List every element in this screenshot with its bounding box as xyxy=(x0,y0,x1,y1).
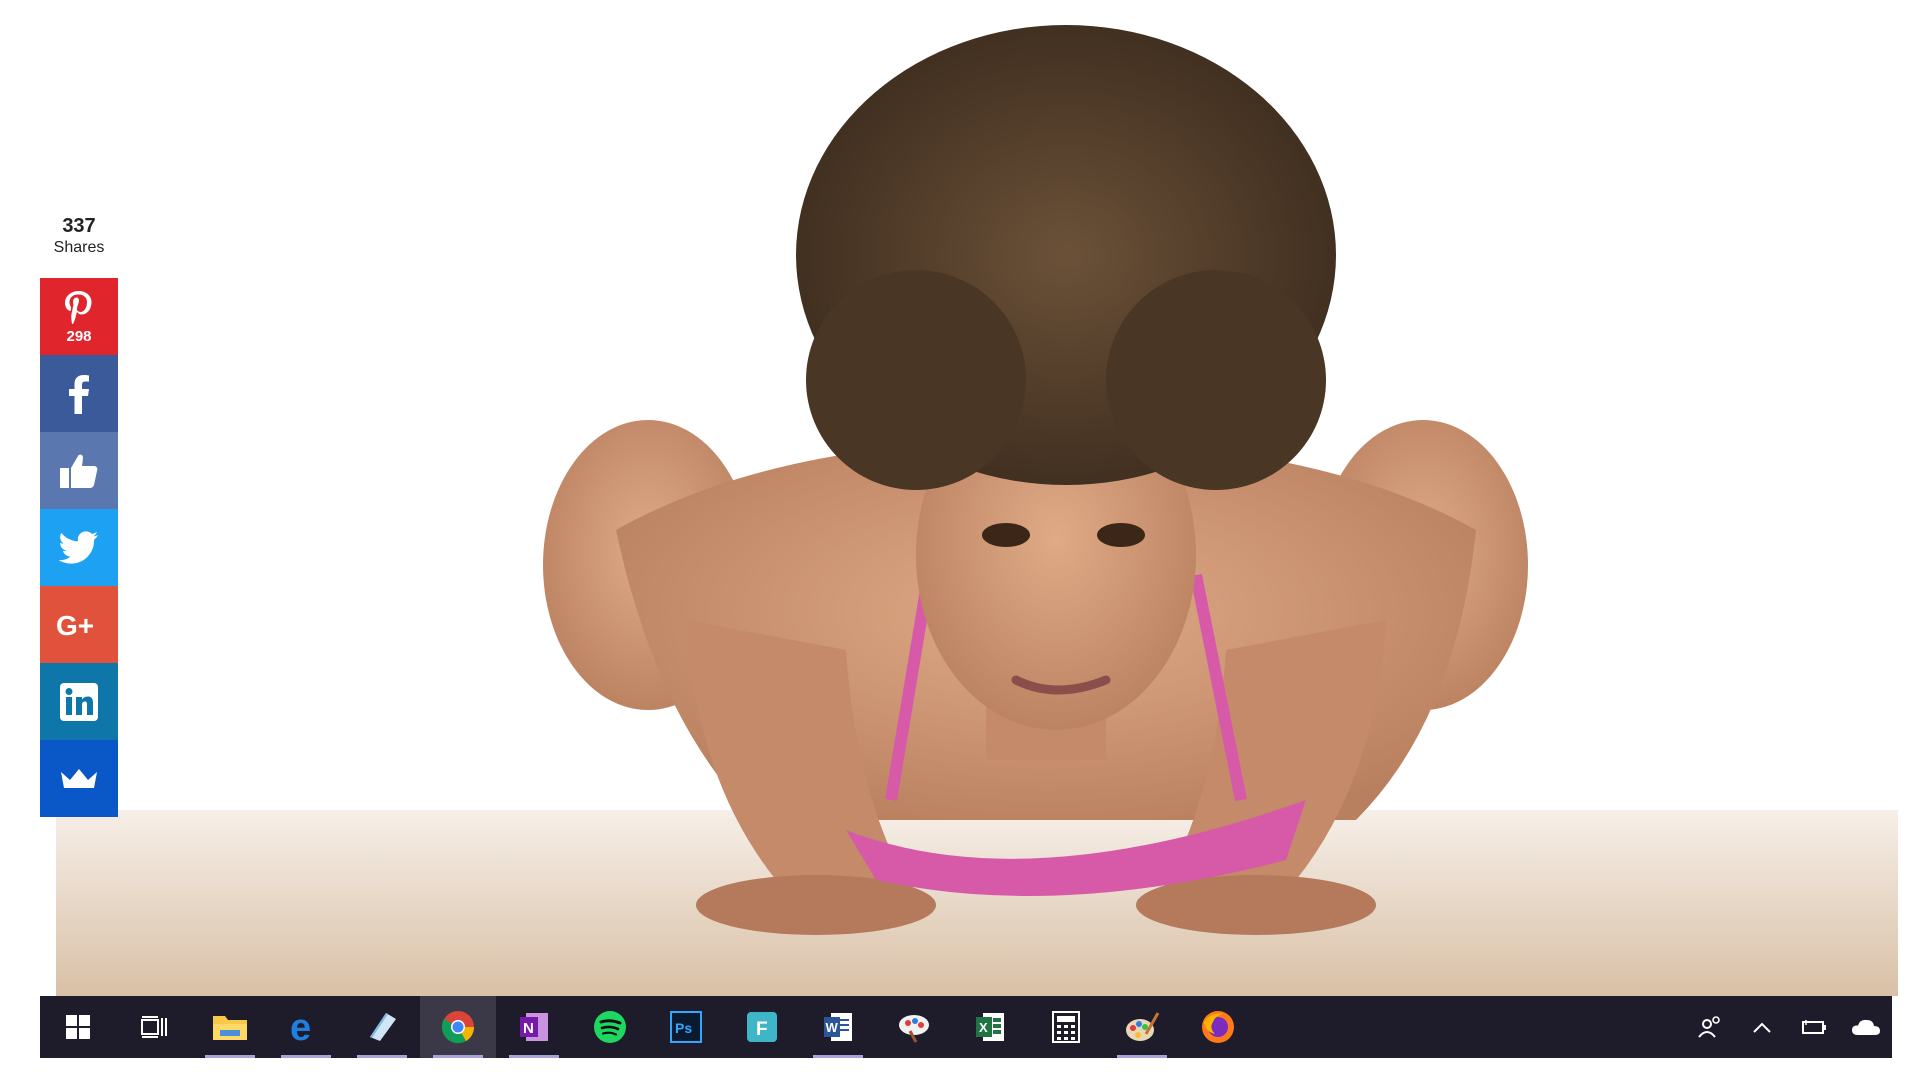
svg-text:e: e xyxy=(290,1010,311,1044)
cloud-icon xyxy=(1852,1019,1880,1035)
taskbar-spotify[interactable] xyxy=(572,996,648,1058)
firefox-icon xyxy=(1202,1011,1234,1043)
f-app-icon: F xyxy=(747,1012,777,1042)
pinterest-share-button[interactable]: 298 xyxy=(40,278,118,355)
share-total: 337 xyxy=(62,215,96,237)
svg-text:X: X xyxy=(979,1020,988,1035)
linkedin-icon xyxy=(60,682,98,721)
pinterest-share-count: 298 xyxy=(66,327,92,345)
hero-photo xyxy=(56,0,1898,996)
photoshop-icon: Ps xyxy=(670,1011,702,1043)
desktop-screen: 337 Shares 298 G+ e N Ps F W X xyxy=(0,0,1920,1080)
windows-taskbar: e N Ps F W X xyxy=(40,996,1892,1058)
chevron-up-icon xyxy=(1753,1022,1771,1033)
show-hidden-icons-button[interactable] xyxy=(1736,996,1788,1058)
people-icon xyxy=(1698,1016,1720,1038)
taskbar-file-explorer[interactable] xyxy=(192,996,268,1058)
excel-icon: X xyxy=(976,1013,1004,1041)
twitter-bird-icon xyxy=(59,530,98,564)
open-indicator xyxy=(281,1055,331,1058)
system-tray xyxy=(1684,996,1892,1058)
share-label: Shares xyxy=(53,239,105,256)
taskbar-f-app[interactable]: F xyxy=(724,996,800,1058)
taskbar-paint-splash[interactable] xyxy=(876,996,952,1058)
folder-icon xyxy=(213,1016,247,1040)
facebook-icon xyxy=(69,374,89,414)
facebook-share-button[interactable] xyxy=(40,355,118,432)
battery-button[interactable] xyxy=(1788,996,1840,1058)
calculator-icon xyxy=(1052,1011,1080,1043)
taskbar-paint[interactable] xyxy=(1104,996,1180,1058)
battery-icon xyxy=(1802,1020,1826,1034)
word-icon: W xyxy=(824,1013,852,1041)
note-pad-icon xyxy=(370,1013,396,1041)
spotify-icon xyxy=(594,1011,626,1043)
thumbs-up-icon xyxy=(60,454,98,488)
taskbar-photoshop[interactable]: Ps xyxy=(648,996,724,1058)
like-button[interactable] xyxy=(40,432,118,509)
people-button[interactable] xyxy=(1684,996,1736,1058)
chrome-icon xyxy=(441,1011,475,1044)
open-indicator xyxy=(509,1055,559,1058)
google-plus-share-button[interactable]: G+ xyxy=(40,586,118,663)
open-indicator xyxy=(813,1055,863,1058)
open-indicator xyxy=(433,1055,483,1058)
crown-icon xyxy=(61,768,97,788)
onedrive-button[interactable] xyxy=(1840,996,1892,1058)
taskbar-onenote[interactable]: N xyxy=(496,996,572,1058)
start-button[interactable] xyxy=(40,996,116,1058)
svg-text:W: W xyxy=(826,1020,839,1035)
paint-splash-icon xyxy=(899,1015,929,1043)
pinterest-icon xyxy=(65,290,92,324)
sumome-share-button[interactable] xyxy=(40,740,118,817)
taskbar-excel[interactable]: X xyxy=(952,996,1028,1058)
taskbar-firefox[interactable] xyxy=(1180,996,1256,1058)
taskbar-edge[interactable]: e xyxy=(268,996,344,1058)
edge-browser-icon: e xyxy=(290,1010,311,1044)
taskbar-notes[interactable] xyxy=(344,996,420,1058)
svg-text:G+: G+ xyxy=(56,610,94,640)
twitter-share-button[interactable] xyxy=(40,509,118,586)
google-plus-icon: G+ xyxy=(56,610,94,640)
svg-text:N: N xyxy=(523,1020,534,1037)
share-bar: 298 G+ xyxy=(40,278,118,817)
open-indicator xyxy=(205,1055,255,1058)
task-view-icon xyxy=(141,1016,167,1038)
share-counter: 337 Shares xyxy=(40,214,118,258)
svg-text:Ps: Ps xyxy=(675,1020,692,1036)
task-view-button[interactable] xyxy=(116,996,192,1058)
windows-start-icon xyxy=(66,1015,90,1039)
onenote-icon: N xyxy=(520,1013,548,1041)
taskbar-chrome[interactable] xyxy=(420,996,496,1058)
taskbar-word[interactable]: W xyxy=(800,996,876,1058)
open-indicator xyxy=(357,1055,407,1058)
yoga-woman-illustration xyxy=(56,25,1898,996)
open-indicator xyxy=(1117,1055,1167,1058)
taskbar-calculator[interactable] xyxy=(1028,996,1104,1058)
svg-text:F: F xyxy=(756,1019,768,1040)
paint-palette-icon xyxy=(1126,1012,1160,1041)
linkedin-share-button[interactable] xyxy=(40,663,118,740)
